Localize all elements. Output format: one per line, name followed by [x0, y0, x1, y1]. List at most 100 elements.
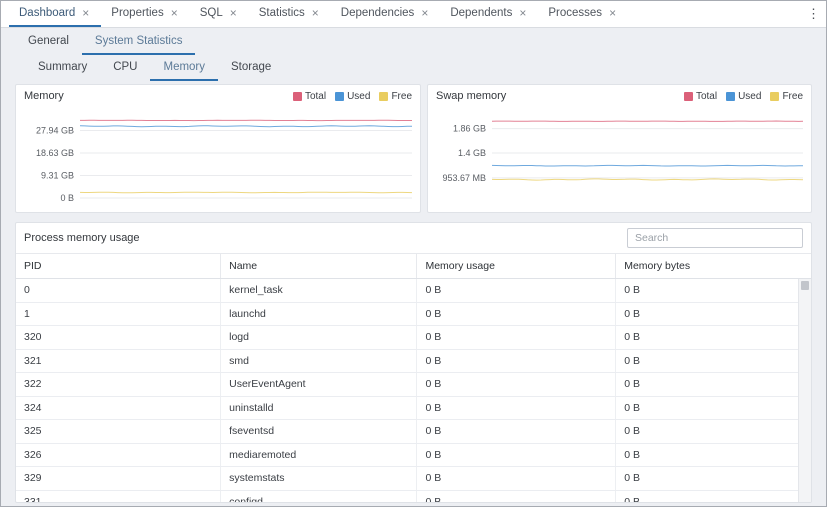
table-cell: 0 B — [417, 279, 616, 302]
legend-label: Free — [391, 91, 412, 102]
close-icon[interactable]: × — [82, 7, 89, 19]
column-header-memory-bytes[interactable]: Memory bytes — [616, 254, 811, 278]
close-icon[interactable]: × — [519, 7, 526, 19]
process-panel-header: Process memory usage — [16, 223, 811, 253]
used-swatch-icon — [335, 92, 344, 101]
table-row[interactable]: 0kernel_task0 B0 B — [16, 279, 811, 303]
tab-memory[interactable]: Memory — [150, 55, 218, 81]
close-icon[interactable]: × — [421, 7, 428, 19]
table-row[interactable]: 331configd0 B0 B — [16, 491, 811, 503]
table-cell: configd — [221, 491, 417, 503]
svg-text:0 B: 0 B — [60, 193, 74, 203]
chart-header: Swap memory TotalUsedFree — [428, 85, 811, 102]
scrollbar-thumb[interactable] — [801, 281, 809, 290]
legend-item-total: Total — [684, 91, 717, 102]
table-cell: 0 B — [616, 279, 811, 302]
stat-tab-bar: SummaryCPUMemoryStorage — [1, 55, 826, 81]
legend-item-used: Used — [726, 91, 761, 102]
chart-legend: Total Used Free — [684, 91, 803, 102]
table-row[interactable]: 321smd0 B0 B — [16, 350, 811, 374]
subtab-bar: GeneralSystem Statistics — [1, 28, 826, 55]
table-cell: 0 B — [616, 444, 811, 467]
svg-text:1.86 GB: 1.86 GB — [453, 124, 486, 134]
search-input[interactable] — [627, 228, 803, 248]
used-swatch-icon — [726, 92, 735, 101]
legend-label: Used — [347, 91, 370, 102]
tab-label: Dependents — [450, 7, 512, 19]
tab-dependents[interactable]: Dependents × — [440, 1, 538, 27]
table-cell: 1 — [16, 303, 221, 326]
table-header: PIDNameMemory usageMemory bytes — [16, 253, 811, 279]
tab-label: Processes — [548, 7, 602, 19]
table-cell: 0 B — [616, 467, 811, 490]
free-swatch-icon — [379, 92, 388, 101]
close-icon[interactable]: × — [230, 7, 237, 19]
svg-text:18.63 GB: 18.63 GB — [36, 148, 74, 158]
table-row[interactable]: 325fseventsd0 B0 B — [16, 420, 811, 444]
table-row[interactable]: 322UserEventAgent0 B0 B — [16, 373, 811, 397]
charts-row: Memory Total Used Free 27.94 GB 18.63 GB 9.3… — [15, 84, 812, 213]
table-row[interactable]: 324uninstalld0 B0 B — [16, 397, 811, 421]
legend-item-used: Used — [335, 91, 370, 102]
table-row[interactable]: 320logd0 B0 B — [16, 326, 811, 350]
tab-statistics[interactable]: Statistics × — [249, 1, 331, 27]
table-cell: logd — [221, 326, 417, 349]
vertical-scrollbar[interactable] — [798, 279, 811, 502]
svg-text:9.31 GB: 9.31 GB — [41, 171, 74, 181]
table-cell: 0 B — [616, 491, 811, 503]
close-icon[interactable]: × — [312, 7, 319, 19]
close-icon[interactable]: × — [609, 7, 616, 19]
process-memory-panel: Process memory usage PIDNameMemory usage… — [15, 222, 812, 503]
memory-chart-panel: Memory TotalUsedFree 27.94 GB18.63 GB9.3… — [15, 84, 421, 213]
svg-text:1.4 GB: 1.4 GB — [458, 148, 486, 158]
tab-system-statistics[interactable]: System Statistics — [82, 28, 196, 55]
app-window: Dashboard×Properties×SQL×Statistics×Depe… — [0, 0, 827, 507]
tab-label: Statistics — [259, 7, 305, 19]
table-cell: 331 — [16, 491, 221, 503]
table-cell: 0 B — [616, 326, 811, 349]
column-header-name[interactable]: Name — [221, 254, 417, 278]
column-header-memory-usage[interactable]: Memory usage — [417, 254, 616, 278]
tab-label: Properties — [111, 7, 163, 19]
tab-sql[interactable]: SQL× — [190, 1, 249, 27]
tab-general[interactable]: General — [15, 28, 82, 55]
table-cell: 0 B — [616, 303, 811, 326]
table-row[interactable]: 329systemstats0 B0 B — [16, 467, 811, 491]
total-swatch-icon — [684, 92, 693, 101]
swap-chart-panel: Swap memory TotalUsedFree 1.86 GB1.4 GB9… — [427, 84, 812, 213]
legend-label: Used — [738, 91, 761, 102]
chart-legend: TotalUsedFree — [293, 91, 412, 102]
tab-bar: Dashboard×Properties×SQL×Statistics×Depe… — [1, 1, 826, 28]
chart-header: Memory TotalUsedFree — [16, 85, 420, 102]
legend-item-free: Free — [770, 91, 803, 102]
chart-title: Memory — [24, 90, 64, 102]
table-row[interactable]: 326mediaremoted0 B0 B — [16, 444, 811, 468]
table-cell: UserEventAgent — [221, 373, 417, 396]
svg-text:27.94 GB: 27.94 GB — [36, 125, 74, 135]
table-cell: 326 — [16, 444, 221, 467]
tab-storage[interactable]: Storage — [218, 55, 284, 81]
table-cell: 0 B — [417, 444, 616, 467]
kebab-menu-icon[interactable]: ⋮ — [807, 6, 820, 22]
table-cell: 329 — [16, 467, 221, 490]
table-cell: 325 — [16, 420, 221, 443]
close-icon[interactable]: × — [171, 7, 178, 19]
tab-dependencies[interactable]: Dependencies× — [331, 1, 441, 27]
memory-chart: 27.94 GB 18.63 GB 9.31 GB 0 B — [16, 104, 420, 206]
table-cell: 320 — [16, 326, 221, 349]
table-cell: 0 B — [616, 373, 811, 396]
tab-cpu[interactable]: CPU — [100, 55, 150, 81]
table-row[interactable]: 1launchd0 B0 B — [16, 303, 811, 327]
table-cell: 0 B — [417, 491, 616, 503]
column-header-pid[interactable]: PID — [16, 254, 221, 278]
table-cell: fseventsd — [221, 420, 417, 443]
tab-dashboard[interactable]: Dashboard× — [9, 1, 101, 27]
table-cell: mediaremoted — [221, 444, 417, 467]
table-cell: 0 B — [417, 397, 616, 420]
tab-summary[interactable]: Summary — [25, 55, 100, 81]
table-cell: kernel_task — [221, 279, 417, 302]
table-cell: 0 B — [417, 373, 616, 396]
tab-properties[interactable]: Properties × — [101, 1, 189, 27]
table-cell: 0 B — [417, 326, 616, 349]
tab-processes[interactable]: Processes × — [538, 1, 628, 27]
